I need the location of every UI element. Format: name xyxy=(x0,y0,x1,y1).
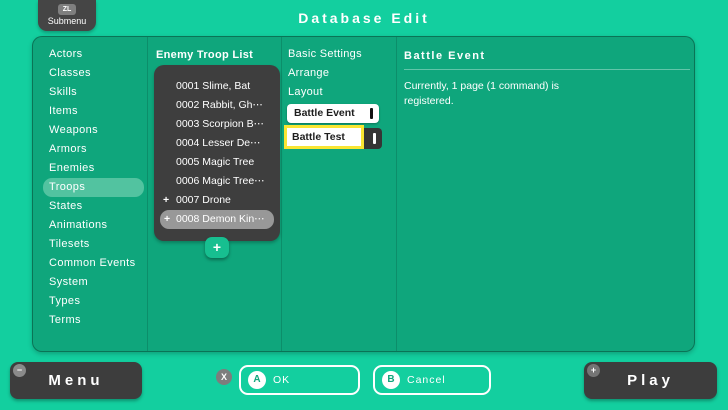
sidebar-item-enemies[interactable]: Enemies xyxy=(33,159,147,178)
battle-test-button-highlighted[interactable]: Battle Test xyxy=(284,125,364,149)
troop-label: 0008 Demon Kin⋯ xyxy=(176,213,265,225)
x-button-hint[interactable]: X xyxy=(216,369,232,385)
troop-list-item[interactable]: 0004 Lesser De⋯ xyxy=(154,134,280,153)
troop-list-item[interactable]: +0007 Drone xyxy=(154,191,280,210)
battle-event-button-label: Battle Event xyxy=(294,107,355,119)
zl-shoulder-badge: ZL xyxy=(58,4,76,15)
menu-item-layout[interactable]: Layout xyxy=(281,83,396,102)
b-button-icon: B xyxy=(382,371,400,389)
toggle-bar-icon xyxy=(373,133,376,144)
troop-label: 0001 Slime, Bat xyxy=(176,80,251,92)
troop-list-item[interactable]: 0001 Slime, Bat xyxy=(154,77,280,96)
troop-label: 0004 Lesser De⋯ xyxy=(176,137,261,149)
battle-event-button[interactable]: Battle Event xyxy=(287,104,379,123)
troop-list-item[interactable]: 0005 Magic Tree xyxy=(154,153,280,172)
detail-body-line: registered. xyxy=(404,95,454,107)
sidebar-item-classes[interactable]: Classes xyxy=(33,64,147,83)
settings-menu: Basic Settings Arrange Layout xyxy=(281,45,396,102)
menu-button-label: Menu xyxy=(48,372,104,389)
submenu-label: Submenu xyxy=(47,16,87,26)
troop-label: 0003 Scorpion B⋯ xyxy=(176,118,265,130)
a-button-icon: A xyxy=(248,371,266,389)
troop-list-item-selected[interactable]: +0008 Demon Kin⋯ xyxy=(160,210,274,229)
sidebar-item-types[interactable]: Types xyxy=(33,292,147,311)
sidebar-item-armors[interactable]: Armors xyxy=(33,140,147,159)
sidebar-item-animations[interactable]: Animations xyxy=(33,216,147,235)
page-title: Database Edit xyxy=(298,10,430,26)
category-sidebar: Actors Classes Skills Items Weapons Armo… xyxy=(33,45,147,330)
minus-button-badge: − xyxy=(13,364,26,377)
menu-item-basic-settings[interactable]: Basic Settings xyxy=(281,45,396,64)
troop-list-title: Enemy Troop List xyxy=(156,49,254,61)
sidebar-item-actors[interactable]: Actors xyxy=(33,45,147,64)
sidebar-item-troops[interactable]: Troops xyxy=(43,178,144,197)
troop-label: 0005 Magic Tree xyxy=(176,156,255,168)
sidebar-item-common-events[interactable]: Common Events xyxy=(33,254,147,273)
sidebar-item-weapons[interactable]: Weapons xyxy=(33,121,147,140)
column-divider xyxy=(396,37,397,351)
toggle-bar-icon xyxy=(370,108,373,119)
plus-button-badge: + xyxy=(587,364,600,377)
sidebar-item-states[interactable]: States xyxy=(33,197,147,216)
add-troop-button[interactable]: + xyxy=(205,237,229,258)
troop-label: 0007 Drone xyxy=(176,194,231,206)
sidebar-item-system[interactable]: System xyxy=(33,273,147,292)
detail-body-line: Currently, 1 page (1 command) is xyxy=(404,80,560,92)
troop-list-panel: 0001 Slime, Bat 0002 Rabbit, Gh⋯ 0003 Sc… xyxy=(154,65,280,241)
menu-item-arrange[interactable]: Arrange xyxy=(281,64,396,83)
cancel-button-label: Cancel xyxy=(407,374,446,386)
sidebar-item-items[interactable]: Items xyxy=(33,102,147,121)
expand-marker: + xyxy=(164,213,171,225)
troop-list-item[interactable]: 0006 Magic Tree⋯ xyxy=(154,172,280,191)
ok-button[interactable]: A OK xyxy=(239,365,360,395)
column-divider xyxy=(147,37,148,351)
detail-panel-divider xyxy=(404,69,690,70)
troop-label: 0006 Magic Tree⋯ xyxy=(176,175,265,187)
sidebar-item-terms[interactable]: Terms xyxy=(33,311,147,330)
sidebar-item-tilesets[interactable]: Tilesets xyxy=(33,235,147,254)
ok-button-label: OK xyxy=(273,374,291,386)
battle-test-button-label: Battle Test xyxy=(292,131,345,143)
troop-list-item[interactable]: 0002 Rabbit, Gh⋯ xyxy=(154,96,280,115)
play-button[interactable]: + Play xyxy=(584,362,717,399)
submenu-button[interactable]: ZL Submenu xyxy=(38,0,96,31)
detail-panel-body: Currently, 1 page (1 command) is registe… xyxy=(404,79,664,109)
expand-marker: + xyxy=(163,194,170,206)
menu-button[interactable]: − Menu xyxy=(10,362,142,399)
troop-label: 0002 Rabbit, Gh⋯ xyxy=(176,99,263,111)
detail-panel-title: Battle Event xyxy=(404,50,486,62)
play-button-label: Play xyxy=(627,372,674,389)
cancel-button[interactable]: B Cancel xyxy=(373,365,491,395)
sidebar-item-skills[interactable]: Skills xyxy=(33,83,147,102)
database-edit-panel: Actors Classes Skills Items Weapons Armo… xyxy=(32,36,695,352)
troop-list-item[interactable]: 0003 Scorpion B⋯ xyxy=(154,115,280,134)
